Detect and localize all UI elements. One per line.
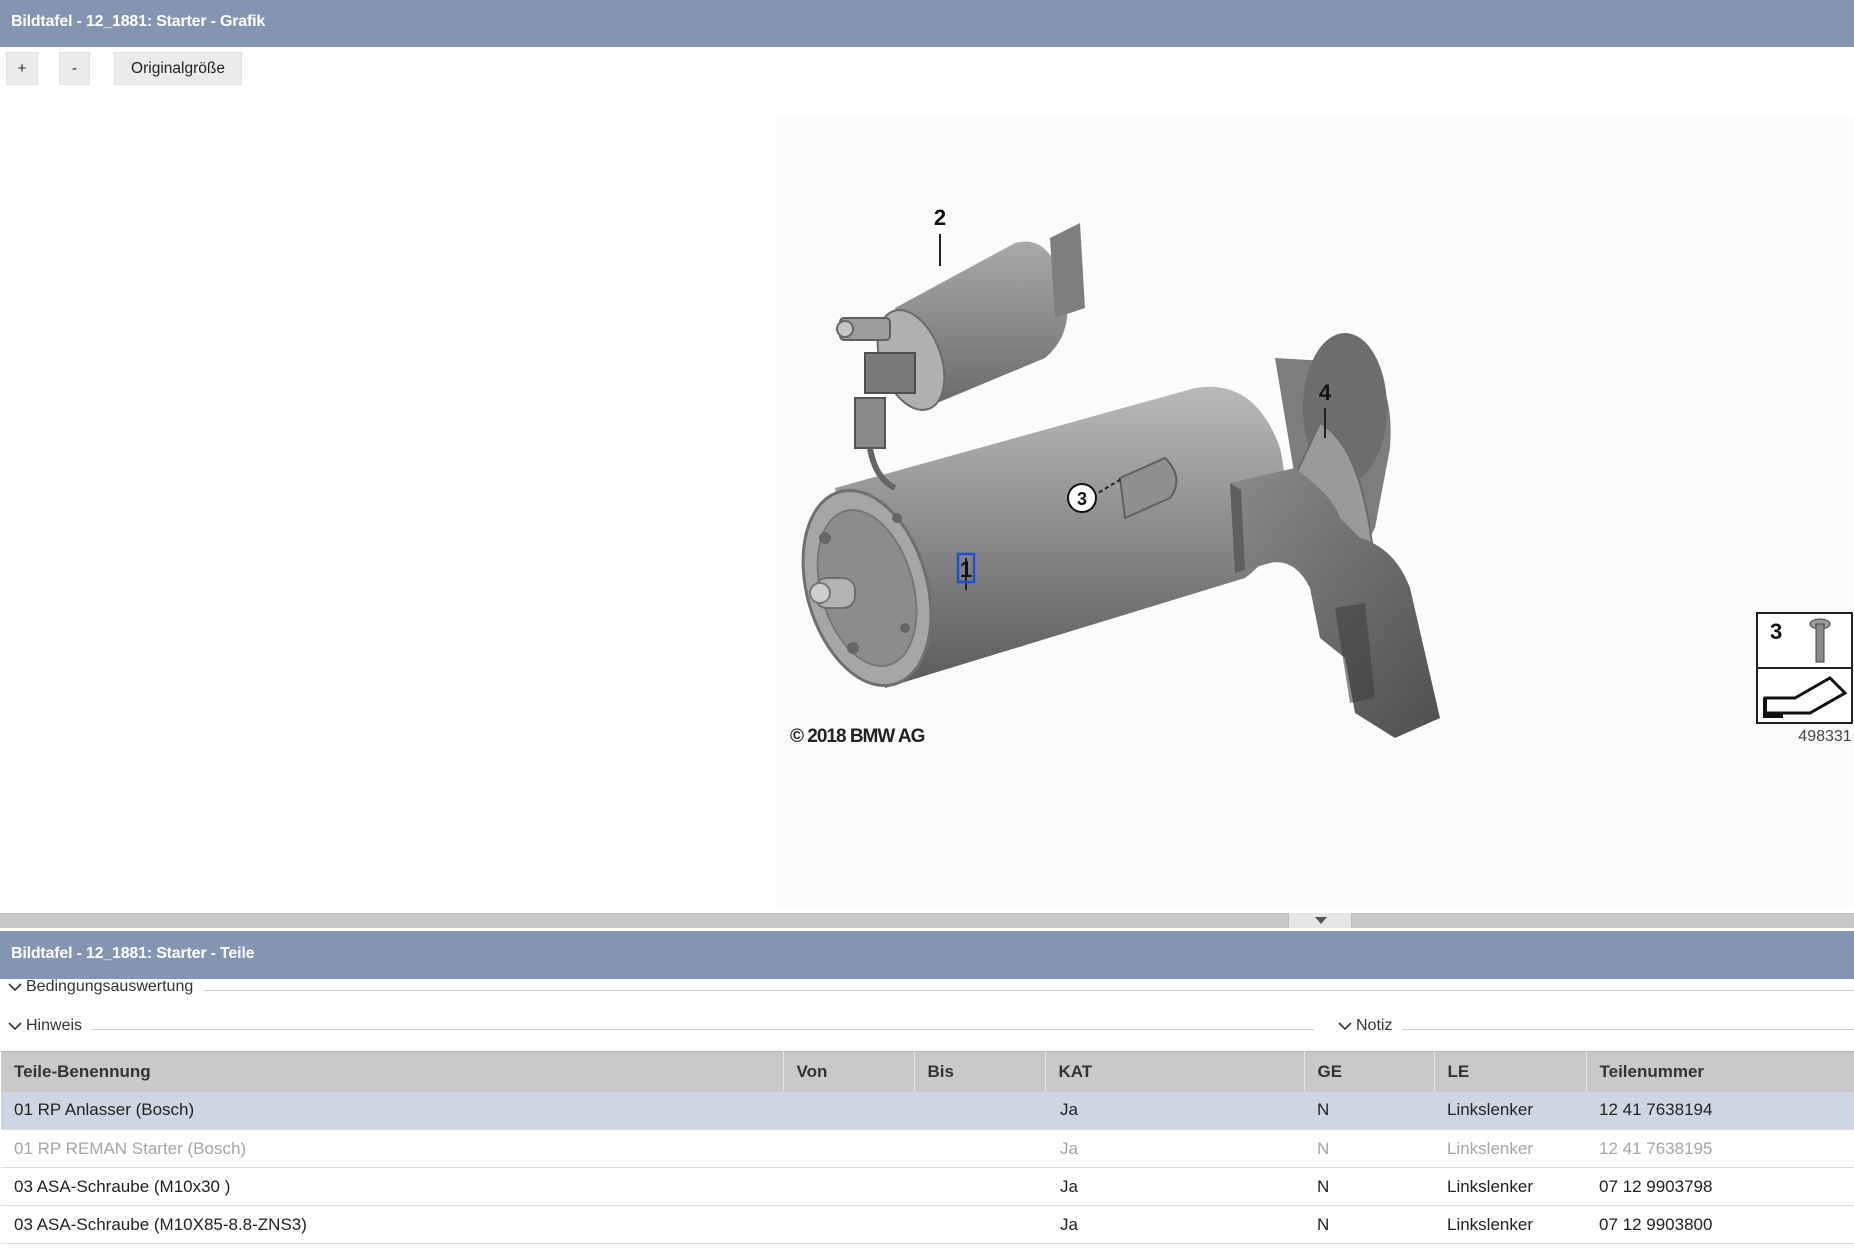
- column-header-to[interactable]: Bis: [914, 1051, 1046, 1092]
- cell-to: [914, 1129, 1045, 1168]
- cell-to: [914, 1091, 1045, 1130]
- cell-name: 03 ASA-Schraube (M10x30 ): [1, 1167, 783, 1206]
- cell-kat: Ja: [1045, 1167, 1304, 1206]
- parts-table: Teile-Benennung Von Bis KAT GE LE Teilen…: [1, 1051, 1854, 1244]
- cell-le: Linkslenker: [1434, 1205, 1586, 1244]
- cell-kat: Ja: [1045, 1091, 1304, 1130]
- table-row[interactable]: 03 ASA-Schraube (M10X85-8.8-ZNS3) Ja N L…: [1, 1205, 1854, 1244]
- cell-name: 01 RP REMAN Starter (Bosch): [1, 1129, 783, 1168]
- parts-panel-title: Bildtafel - 12_1881: Starter - Teile: [0, 931, 1854, 979]
- callout-3[interactable]: 3: [1077, 489, 1087, 509]
- panel-splitter[interactable]: [0, 913, 1854, 928]
- cell-ge: N: [1304, 1129, 1434, 1168]
- legend-box: 3: [1756, 612, 1853, 724]
- column-header-from[interactable]: Von: [783, 1051, 915, 1092]
- table-header-row: Teile-Benennung Von Bis KAT GE LE Teilen…: [1, 1051, 1854, 1092]
- legend-number: 3: [1770, 619, 1782, 644]
- memo-label: Notiz: [1356, 1017, 1393, 1034]
- callout-4[interactable]: 4: [1319, 380, 1332, 405]
- cell-kat: Ja: [1045, 1205, 1304, 1244]
- cell-le: Linkslenker: [1434, 1091, 1586, 1130]
- callout-1[interactable]: 1: [960, 557, 972, 582]
- chevron-down-icon: [8, 1022, 22, 1031]
- copyright-text: © 2018 BMW AG: [790, 726, 925, 747]
- chevron-down-icon: [1338, 1022, 1352, 1031]
- parts-diagram: 2 1 3 4 © 2018 BMW AG 3 498331: [775, 118, 1854, 908]
- cell-ge: N: [1304, 1205, 1434, 1244]
- cell-ge: N: [1304, 1167, 1434, 1206]
- cell-name: 03 ASA-Schraube (M10X85-8.8-ZNS3): [1, 1205, 783, 1244]
- conditions-label: Bedingungsauswertung: [26, 978, 194, 995]
- chevron-down-icon: [8, 983, 22, 992]
- collapse-handle[interactable]: [1288, 913, 1352, 928]
- table-row[interactable]: 01 RP REMAN Starter (Bosch) Ja N Linksle…: [1, 1129, 1854, 1168]
- table-row[interactable]: 03 ASA-Schraube (M10x30 ) Ja N Linkslenk…: [1, 1167, 1854, 1206]
- note-toggle[interactable]: Hinweis: [8, 1017, 82, 1035]
- cell-from: [783, 1091, 914, 1130]
- cell-from: [783, 1167, 914, 1206]
- section-divider: [92, 1029, 1314, 1030]
- bracket-part[interactable]: [1230, 468, 1440, 738]
- cell-name: 01 RP Anlasser (Bosch): [1, 1091, 783, 1130]
- cell-ge: N: [1304, 1091, 1434, 1130]
- column-header-name[interactable]: Teile-Benennung: [1, 1051, 784, 1092]
- zoom-out-button[interactable]: -: [59, 52, 90, 85]
- cell-from: [783, 1129, 914, 1168]
- memo-toggle[interactable]: Notiz: [1338, 1017, 1392, 1035]
- cell-part-number: 12 41 7638195: [1586, 1129, 1854, 1168]
- conditions-toggle[interactable]: Bedingungsauswertung: [8, 978, 193, 996]
- cell-part-number: 12 41 7638194: [1586, 1091, 1854, 1130]
- graphic-panel-title: Bildtafel - 12_1881: Starter - Grafik: [0, 0, 1854, 47]
- cell-to: [914, 1167, 1045, 1206]
- section-divider: [1402, 1029, 1854, 1030]
- column-header-kat[interactable]: KAT: [1045, 1051, 1305, 1092]
- section-divider: [203, 990, 1854, 991]
- column-header-ge[interactable]: GE: [1304, 1051, 1435, 1092]
- cell-le: Linkslenker: [1434, 1167, 1586, 1206]
- column-header-part-number[interactable]: Teilenummer: [1586, 1051, 1854, 1092]
- starter-motor-illustration: 2 1 3 4 © 2018 BMW AG 3 498331: [782, 205, 1853, 747]
- cell-le: Linkslenker: [1434, 1129, 1586, 1168]
- original-size-button[interactable]: Originalgröße: [114, 52, 242, 85]
- conditions-section: Bedingungsauswertung: [0, 978, 1854, 1002]
- starter-motor-part[interactable]: [782, 223, 1391, 701]
- zoom-in-button[interactable]: +: [6, 52, 38, 85]
- column-header-le[interactable]: LE: [1434, 1051, 1587, 1092]
- cell-kat: Ja: [1045, 1129, 1304, 1168]
- note-section: Hinweis Notiz: [0, 1017, 1854, 1041]
- cell-part-number: 07 12 9903798: [1586, 1167, 1854, 1206]
- cell-part-number: 07 12 9903800: [1586, 1205, 1854, 1244]
- cell-to: [914, 1205, 1045, 1244]
- callout-2[interactable]: 2: [934, 205, 946, 230]
- caret-down-icon: [1315, 917, 1327, 924]
- note-label: Hinweis: [26, 1017, 83, 1034]
- image-id: 498331: [1798, 728, 1851, 745]
- table-row[interactable]: 01 RP Anlasser (Bosch) Ja N Linkslenker …: [1, 1091, 1854, 1130]
- cell-from: [783, 1205, 914, 1244]
